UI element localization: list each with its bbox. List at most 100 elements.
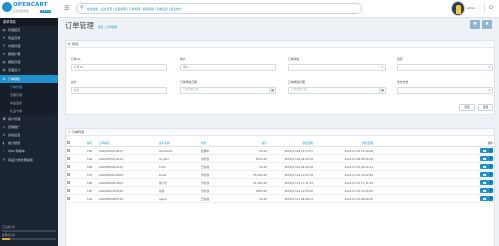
view-order-button[interactable] bbox=[480, 156, 489, 162]
store-select[interactable] bbox=[397, 64, 493, 71]
view-order-button[interactable] bbox=[480, 180, 489, 186]
checkbox[interactable] bbox=[67, 165, 70, 169]
sidebar-item-design[interactable]: ▦ 页面设计 › bbox=[0, 66, 58, 74]
sidebar-item-catalog[interactable]: ⚑ 商品目录 › bbox=[0, 34, 58, 42]
breadcrumb-home[interactable]: 首页 bbox=[98, 25, 103, 29]
column-header-order-no[interactable]: 订单编号 bbox=[98, 139, 158, 148]
sidebar-item-ajax-cart[interactable]: ⚡ Ajax 购物车 bbox=[0, 147, 58, 155]
action-dropdown-button[interactable] bbox=[489, 164, 493, 170]
date-modified-label: 订单修改日期 bbox=[288, 80, 305, 84]
action-dropdown-button[interactable] bbox=[489, 180, 493, 186]
date-modified-input[interactable]: 订单修改日期 ▦ bbox=[288, 87, 386, 94]
row-order-no: 20190326214227 bbox=[98, 146, 158, 156]
date-added-input[interactable]: 订单添加日期 ▦ bbox=[180, 87, 276, 94]
filter-button[interactable]: 筛选 bbox=[459, 104, 475, 111]
table-row[interactable]: 196 20190308103503 霍小莹 待付款 ¥1,300.00 2019-07-… bbox=[66, 178, 494, 188]
row-checkbox[interactable] bbox=[66, 186, 86, 196]
view-order-button[interactable] bbox=[480, 148, 489, 154]
avatar[interactable] bbox=[451, 1, 465, 16]
reset-button[interactable]: 重置 bbox=[478, 104, 493, 111]
action-dropdown-button[interactable] bbox=[489, 196, 493, 202]
checkbox[interactable] bbox=[67, 157, 70, 161]
sidebar-subitem-gift-vouchers[interactable]: 礼品卡券 bbox=[0, 106, 58, 116]
table-row[interactable]: 195 20190307105124 孙夏 待付款 ¥500.00 2019-07-02 … bbox=[66, 186, 494, 196]
payment-label: 支付方式 bbox=[397, 80, 409, 84]
sidebar-subitem-returns[interactable]: 商品退货 bbox=[0, 98, 58, 107]
table-row[interactable]: 197 20190308114954 kudai 待付款 ¥5,050.00 2019-0… bbox=[66, 170, 494, 180]
checkbox[interactable] bbox=[67, 141, 70, 145]
row-date-added: 2019-07-08 09:58:18 bbox=[268, 154, 314, 164]
view-order-button[interactable] bbox=[480, 188, 489, 194]
action-dropdown-button[interactable] bbox=[489, 172, 493, 178]
customer-input[interactable] bbox=[180, 64, 276, 71]
row-no: 197 bbox=[86, 170, 98, 180]
row-actions bbox=[464, 162, 494, 172]
row-status: 待付款 bbox=[200, 178, 230, 188]
column-header-date-modified[interactable]: 修改日期 bbox=[314, 139, 374, 148]
logout-icon[interactable]: ⏻ bbox=[484, 3, 497, 14]
quick-search-bar[interactable]: ⚲ 快速搜索：后台首页 | 商品管理 | 订单管理 | 促销营销 | 系统设置 … bbox=[76, 3, 362, 14]
view-order-button[interactable] bbox=[480, 164, 489, 170]
calendar-icon[interactable]: ▦ bbox=[379, 87, 385, 93]
row-total: ¥500.00 bbox=[230, 186, 268, 196]
sidebar-item-themes[interactable]: ▩ 模板管理 › bbox=[0, 58, 58, 66]
sidebar-item-reports[interactable]: ▮ 统计报表 › bbox=[0, 139, 58, 147]
progress-fill-processing bbox=[2, 237, 11, 240]
sidebar-item-dashboard[interactable]: ▣ 管理首页 bbox=[0, 26, 58, 34]
checkbox[interactable] bbox=[67, 189, 70, 193]
table-row[interactable]: 200 20190326214227 avdodiokx 处理中 ¥4.00 2019-0… bbox=[66, 146, 494, 156]
action-dropdown-button[interactable] bbox=[489, 148, 493, 154]
column-header-total[interactable]: 总计 bbox=[230, 139, 268, 148]
row-checkbox[interactable] bbox=[66, 162, 86, 172]
column-header-status[interactable]: 状态 bbox=[200, 139, 230, 148]
calendar-icon[interactable]: ▦ bbox=[269, 87, 275, 93]
menu-toggle-icon[interactable]: ☰ bbox=[64, 5, 71, 12]
column-header-customer[interactable]: 客户名称 bbox=[158, 139, 200, 148]
sidebar-item-customers[interactable]: ☻ 客户管理 › bbox=[0, 115, 58, 123]
view-order-button[interactable] bbox=[480, 196, 489, 202]
table-row[interactable]: 198 20190309064231 1121 已完成 ¥0.00 2019-07-05 … bbox=[66, 162, 494, 172]
row-spacer bbox=[374, 186, 464, 196]
sidebar-item-marketing[interactable]: ➤ 营销推广 › bbox=[0, 123, 58, 131]
checkbox[interactable] bbox=[67, 173, 70, 177]
row-checkbox[interactable] bbox=[66, 194, 86, 203]
sidebar-subitem-orders[interactable]: 订单管理 bbox=[0, 82, 58, 91]
checkbox[interactable] bbox=[67, 149, 70, 153]
checkbox[interactable] bbox=[67, 181, 70, 185]
sidebar-item-sales[interactable]: ☋ 订单销售 ⌄ bbox=[0, 74, 58, 83]
total-input[interactable] bbox=[71, 87, 167, 94]
sidebar-item-content[interactable]: ☰ 内容管理 › bbox=[0, 42, 58, 50]
column-header-date-added[interactable]: 添加日期 bbox=[268, 139, 314, 148]
sidebar-item-system[interactable]: ⚙ 系统设置 › bbox=[0, 131, 58, 139]
table-row[interactable]: 194 20190305084742 qiqua 已完成 ¥0.00 2019-07-01… bbox=[66, 194, 494, 203]
action-dropdown-button[interactable] bbox=[489, 188, 493, 194]
sidebar-item-extensions[interactable]: ❖ 模组扩展 › bbox=[0, 50, 58, 58]
row-checkbox[interactable] bbox=[66, 178, 86, 188]
row-status: 处理中 bbox=[200, 146, 230, 156]
filter-toggle-button[interactable]: ▼ bbox=[470, 20, 480, 29]
order-status-select[interactable] bbox=[288, 64, 386, 71]
row-checkbox[interactable] bbox=[66, 146, 86, 156]
payment-select[interactable] bbox=[397, 87, 493, 94]
breadcrumb-orders[interactable]: 订单管理 bbox=[106, 25, 117, 29]
row-order-no: 20190308114954 bbox=[98, 170, 158, 180]
user-name[interactable]: admin bbox=[467, 7, 475, 10]
brand-logo[interactable]: OPENCART 后台管理系统 3.0.3.2 bbox=[0, 0, 58, 18]
row-status: 待付款 bbox=[200, 154, 230, 164]
action-dropdown-button[interactable] bbox=[489, 156, 493, 162]
select-all-checkbox[interactable] bbox=[66, 139, 86, 148]
view-order-button[interactable] bbox=[480, 172, 489, 178]
row-no: 196 bbox=[86, 178, 98, 188]
row-checkbox[interactable] bbox=[66, 154, 86, 164]
delete-button[interactable]: ✖ bbox=[482, 20, 492, 29]
checkbox[interactable] bbox=[67, 197, 70, 201]
row-checkbox[interactable] bbox=[66, 170, 86, 180]
row-total: ¥5,050.00 bbox=[230, 170, 268, 180]
order-id-input[interactable] bbox=[71, 64, 167, 71]
user-icon: ☻ bbox=[2, 117, 6, 122]
sidebar-subitem-subscriptions[interactable]: 定期管理 bbox=[0, 90, 58, 99]
row-date-added: 2019-07-05 09:40:09 bbox=[268, 162, 314, 172]
sidebar-item-bulk-edit[interactable]: ☰ 商品分类批量编辑 bbox=[0, 156, 58, 164]
table-row[interactable]: 199 20190325214114 Ivy Zuo 待付款 ¥700.00 2019-0… bbox=[66, 154, 494, 164]
column-header-no[interactable]: 编号 bbox=[86, 139, 98, 148]
